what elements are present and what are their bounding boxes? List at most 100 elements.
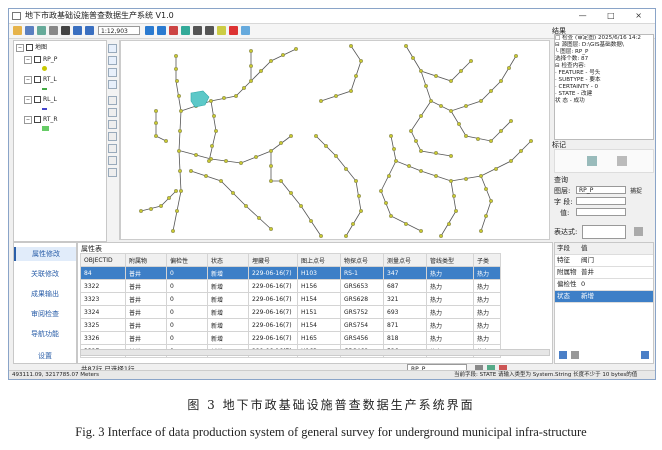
table-cell[interactable]: 热力 (473, 331, 501, 345)
column-header[interactable]: 状态 (207, 253, 249, 267)
layer-checkbox[interactable] (34, 56, 41, 63)
table-cell[interactable]: 347 (383, 266, 427, 280)
column-header[interactable]: OBJECTID (80, 253, 126, 267)
table-cell[interactable]: 229-06-16(7) (248, 279, 298, 293)
rotate-icon[interactable] (108, 108, 117, 117)
table-row[interactable]: 3323 普井 0 新增 229-06-16(7) H154 GRS628 321 热力 热力 (80, 292, 501, 306)
table-cell[interactable]: 新增 (207, 279, 249, 293)
property-value[interactable]: 新增 (581, 291, 594, 302)
table-cell[interactable]: 普井 (125, 331, 167, 345)
layer-root[interactable]: − 地图 (16, 43, 47, 52)
redo-icon[interactable] (108, 168, 117, 177)
table-cell[interactable]: 热力 (473, 266, 501, 280)
table-cell[interactable]: GRS628 (340, 292, 384, 306)
table-row[interactable]: 3324 普井 0 新增 229-06-16(7) H151 GRS752 693 热力 热力 (80, 305, 501, 319)
table-cell[interactable]: H151 (297, 305, 341, 319)
table-cell[interactable]: 新增 (207, 266, 249, 280)
window-controls[interactable]: — □ × (579, 9, 651, 23)
table-cell[interactable]: 229-06-16(7) (248, 318, 298, 332)
table-cell[interactable]: 229-06-16(7) (248, 305, 298, 319)
table-cell[interactable]: 新增 (207, 305, 249, 319)
layer-checkbox[interactable] (26, 44, 33, 51)
table-row[interactable]: 3325 普井 0 新增 229-06-16(7) H154 GRS754 871 热力 热力 (80, 318, 501, 332)
nav-navigation[interactable]: 导航功能 (14, 327, 76, 341)
table-row[interactable]: 3326 普井 0 新增 229-06-16(7) H165 GRS456 818 热力 热力 (80, 331, 501, 345)
delete-icon[interactable] (229, 26, 238, 35)
table-cell[interactable]: 3325 (80, 318, 126, 332)
attribute-table[interactable]: OBJECTID 附属物 偏检性 状态 埋藏号 图上点号 物探点号 测量点号 管… (80, 253, 501, 358)
table-cell[interactable]: 0 (166, 279, 208, 293)
table-cell[interactable]: 229-06-16(7) (248, 292, 298, 306)
nav-relation-edit[interactable]: 关联修改 (14, 267, 76, 281)
layer-checkbox[interactable] (34, 116, 41, 123)
save-icon[interactable] (25, 26, 34, 35)
table-cell[interactable]: 321 (383, 292, 427, 306)
table-cell[interactable]: H103 (297, 266, 341, 280)
result-line[interactable]: ⊟ 源图层: D:\GIS基础数据\ (555, 42, 653, 49)
table-cell[interactable]: 热力 (473, 292, 501, 306)
nav-review[interactable]: 审阅检查 (14, 307, 76, 321)
result-line[interactable]: ⊟ 检查内容: (555, 63, 653, 70)
table-cell[interactable]: 3323 (80, 292, 126, 306)
table-cell[interactable]: 热力 (426, 305, 474, 319)
nav-settings[interactable]: 设置 (14, 349, 76, 363)
merge-icon[interactable] (108, 132, 117, 141)
zoom-in-icon[interactable] (73, 26, 82, 35)
column-header[interactable]: 偏检性 (166, 253, 208, 267)
property-row-selected[interactable]: 状态 新增 (555, 291, 653, 303)
table-cell[interactable]: 687 (383, 279, 427, 293)
table-cell[interactable]: RS-1 (340, 266, 384, 280)
property-value[interactable]: 普井 (581, 267, 594, 278)
nav-attribute-edit[interactable]: 属性修改 (14, 247, 76, 261)
table-cell[interactable]: 新增 (207, 292, 249, 306)
table-cell[interactable]: 0 (166, 266, 208, 280)
value-input[interactable] (576, 208, 626, 216)
trash-icon[interactable] (617, 156, 627, 166)
table-cell[interactable]: 0 (166, 292, 208, 306)
full-extent-icon[interactable] (61, 26, 70, 35)
table-cell[interactable]: 普井 (125, 305, 167, 319)
column-header[interactable]: 附属物 (125, 253, 167, 267)
layer-item-rp-p[interactable]: − RP_P (24, 55, 57, 64)
table-cell[interactable]: 热力 (473, 318, 501, 332)
select-arrow-icon[interactable] (205, 26, 214, 35)
undo-icon[interactable] (108, 156, 117, 165)
table-cell[interactable]: 普井 (125, 292, 167, 306)
collapse-icon[interactable]: − (24, 55, 32, 64)
table-cell[interactable]: GRS752 (340, 305, 384, 319)
column-header[interactable]: 管线类型 (426, 253, 474, 267)
copy-icon[interactable] (108, 144, 117, 153)
table-cell[interactable]: H156 (297, 279, 341, 293)
horizontal-scrollbar[interactable] (80, 349, 550, 356)
table-cell[interactable]: H154 (297, 292, 341, 306)
pencil-icon[interactable] (587, 156, 597, 166)
table-cell[interactable]: 0 (166, 318, 208, 332)
field-select[interactable] (576, 197, 626, 205)
table-cell[interactable]: 热力 (426, 318, 474, 332)
layer-item-rt-r[interactable]: − RT_R (24, 115, 58, 124)
table-cell[interactable]: 热力 (426, 292, 474, 306)
expression-input[interactable] (582, 225, 626, 239)
move-icon[interactable] (108, 96, 117, 105)
layer-checkbox[interactable] (34, 96, 41, 103)
capture-checkbox[interactable]: 捕捉 (630, 186, 642, 195)
table-cell[interactable]: GRS456 (340, 331, 384, 345)
table-cell[interactable]: 229-06-16(7) (248, 266, 298, 280)
table-cell[interactable]: 普井 (125, 266, 167, 280)
table-cell[interactable]: 普井 (125, 279, 167, 293)
collapse-icon[interactable]: − (24, 115, 32, 124)
table-cell[interactable]: 818 (383, 331, 427, 345)
table-row[interactable]: 3322 普井 0 新增 229-06-16(7) H156 GRS653 687 热力 热力 (80, 279, 501, 293)
globe-icon[interactable] (181, 26, 190, 35)
table-cell[interactable]: 3322 (80, 279, 126, 293)
layer-select[interactable]: RP_P (576, 186, 626, 194)
property-value[interactable]: 阀门 (581, 255, 594, 266)
measure-icon[interactable] (217, 26, 226, 35)
layer-item-rl-l[interactable]: − RL_L (24, 95, 57, 104)
search-icon[interactable] (634, 227, 643, 236)
map-canvas[interactable] (120, 40, 550, 240)
result-line[interactable]: □ 检查 (审定图) 2025/6/16 14:2 (555, 35, 653, 42)
table-cell[interactable]: 新增 (207, 331, 249, 345)
open-folder-icon[interactable] (13, 26, 22, 35)
column-header[interactable]: 图上点号 (297, 253, 341, 267)
